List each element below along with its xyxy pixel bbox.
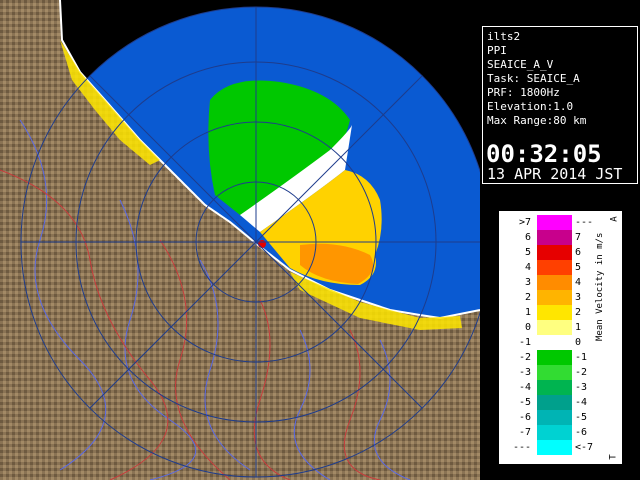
legend-swatch (537, 365, 572, 380)
scan-type: PPI (487, 44, 507, 57)
legend-swatch (537, 305, 572, 320)
legend-right-label: 3 (575, 292, 582, 303)
legend-swatch (537, 380, 572, 395)
legend-row: --- <-7 (499, 440, 622, 455)
site-name: ilts2 (487, 30, 521, 43)
legend-right-label: -3 (575, 382, 588, 393)
legend-right-label: 5 (575, 262, 582, 273)
scan-date: 13 APR 2014 JST (487, 165, 623, 183)
legend-right-label: 4 (575, 277, 582, 288)
legend-bottom-marker: T (608, 454, 619, 460)
legend-left-label: 6 (524, 232, 531, 243)
legend-right-label: -6 (575, 427, 588, 438)
legend-left-label: 4 (524, 262, 531, 273)
legend-left-label: >7 (518, 217, 531, 228)
legend-right-label: 2 (575, 307, 582, 318)
legend-left-label: -4 (518, 382, 531, 393)
legend-swatch (537, 245, 572, 260)
legend-left-label: 0 (524, 322, 531, 333)
legend-right-label: -2 (575, 367, 588, 378)
legend-swatch (537, 335, 572, 350)
legend-left-label: -1 (518, 337, 531, 348)
radar-map (0, 0, 480, 480)
legend-right-label: -4 (575, 397, 588, 408)
legend-swatch (537, 440, 572, 455)
task-name: Task: SEAICE_A (487, 72, 580, 85)
max-range-value: Max Range:80 km (487, 114, 587, 127)
legend-right-label: -5 (575, 412, 588, 423)
legend-left-label: -7 (518, 427, 531, 438)
legend-swatch (537, 350, 572, 365)
legend-row: >7 --- (499, 215, 622, 230)
prf-value: PRF: 1800Hz (487, 86, 560, 99)
legend-left-label: 1 (524, 307, 531, 318)
legend-swatch (537, 410, 572, 425)
legend-left-label: -2 (518, 352, 531, 363)
legend-swatch (537, 425, 572, 440)
legend-swatch (537, 260, 572, 275)
scan-time: 00:32:05 (486, 140, 602, 168)
legend-row: -5 -4 (499, 395, 622, 410)
radar-site-echo (258, 240, 266, 248)
legend-swatch (537, 320, 572, 335)
legend-swatch (537, 275, 572, 290)
legend-right-label: 0 (575, 337, 582, 348)
legend-swatch (537, 215, 572, 230)
legend-left-label: 5 (524, 247, 531, 258)
legend-title: Mean Velocity in m/s (595, 232, 605, 341)
legend-row: -4 -3 (499, 380, 622, 395)
legend-right-label: <-7 (575, 442, 594, 453)
legend-row: -3 -2 (499, 365, 622, 380)
legend-left-label: -6 (518, 412, 531, 423)
legend-right-label: 7 (575, 232, 582, 243)
elevation-value: Elevation:1.0 (487, 100, 574, 113)
velocity-legend: A >7 --- 6 7 5 6 4 5 3 4 2 3 1 2 0 1 -1 0 -2 -1 -3 -2 -4 -3 -5 -4… (498, 210, 623, 465)
legend-swatch (537, 290, 572, 305)
legend-left-label: 3 (524, 277, 531, 288)
legend-left-label: --- (512, 442, 531, 453)
side-panel: ilts2 PPI SEAICE_A_V Task: SEAICE_A PRF:… (480, 0, 640, 480)
legend-right-label: --- (575, 217, 594, 228)
legend-left-label: -3 (518, 367, 531, 378)
radar-ppi-display[interactable] (0, 0, 480, 480)
info-box: ilts2 PPI SEAICE_A_V Task: SEAICE_A PRF:… (482, 26, 638, 184)
legend-swatch (537, 230, 572, 245)
legend-right-label: 6 (575, 247, 582, 258)
legend-left-label: 2 (524, 292, 531, 303)
legend-right-label: 1 (575, 322, 582, 333)
product-name: SEAICE_A_V (487, 58, 554, 71)
legend-row: -7 -6 (499, 425, 622, 440)
legend-right-label: -1 (575, 352, 588, 363)
legend-row: -6 -5 (499, 410, 622, 425)
legend-swatch (537, 395, 572, 410)
legend-row: -2 -1 (499, 350, 622, 365)
legend-left-label: -5 (518, 397, 531, 408)
